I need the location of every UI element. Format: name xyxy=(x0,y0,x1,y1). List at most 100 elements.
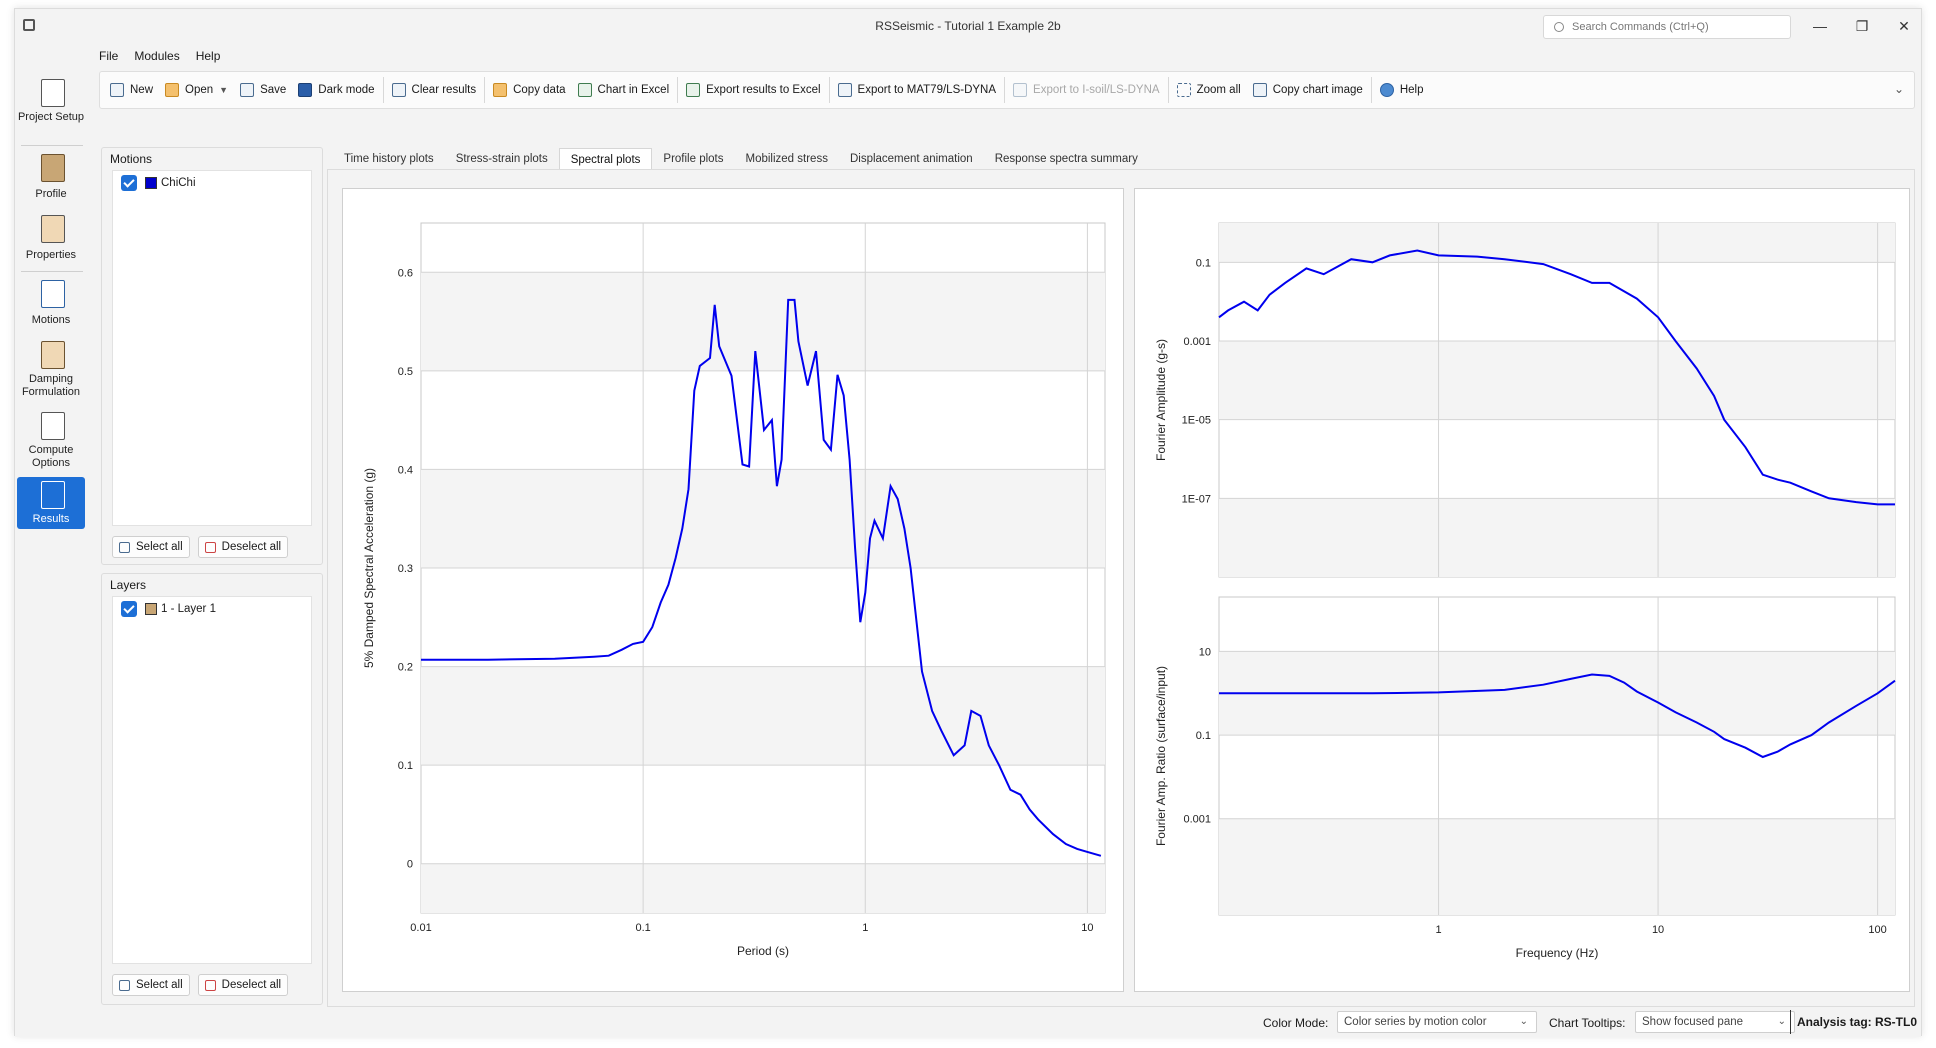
results-icon xyxy=(41,481,65,509)
rail-properties[interactable]: Properties xyxy=(17,209,85,269)
motion-checkbox[interactable] xyxy=(121,175,137,191)
tab-stress-strain[interactable]: Stress-strain plots xyxy=(445,148,559,170)
rail-motions[interactable]: Motions xyxy=(17,274,85,334)
menu-modules[interactable]: Modules xyxy=(134,49,179,69)
x-tick-label: 1 xyxy=(1435,924,1441,936)
motions-deselect-all-button[interactable]: Deselect all xyxy=(197,536,289,558)
plot-band xyxy=(1219,223,1895,263)
x-axis-label: Period (s) xyxy=(737,944,789,958)
copy-data-button[interactable]: Copy data xyxy=(487,75,571,105)
properties-icon xyxy=(41,215,65,243)
plot-band xyxy=(1219,818,1895,915)
rail-profile[interactable]: Profile xyxy=(17,148,85,208)
clear-results-button[interactable]: Clear results xyxy=(386,75,483,105)
layer-item[interactable]: 1 - Layer 1 xyxy=(113,597,311,621)
layers-list: 1 - Layer 1 xyxy=(112,596,312,964)
y-tick-label: 0.4 xyxy=(398,464,413,476)
rail-divider xyxy=(21,145,83,146)
fourier-charts[interactable]: 0.1 0.001 1E-05 1E-07 Fourier Amplitude (g-s… xyxy=(1135,189,1909,991)
rail-results[interactable]: Results xyxy=(17,477,85,529)
deselect-all-icon xyxy=(204,541,216,553)
copy-data-icon xyxy=(493,83,508,97)
open-button[interactable]: Open ▼ xyxy=(159,75,234,105)
y-axis-label: Fourier Amplitude (g-s) xyxy=(1154,339,1168,461)
toolbar-expand-chevron-icon[interactable]: ⌄ xyxy=(1894,82,1904,96)
layers-panel-buttons: Select all Deselect all xyxy=(112,974,289,996)
help-icon xyxy=(1379,83,1394,97)
copy-chart-image-button[interactable]: Copy chart image xyxy=(1247,75,1369,105)
compute-icon xyxy=(41,412,65,440)
export-results-excel-button[interactable]: Export results to Excel xyxy=(680,75,826,105)
motions-icon xyxy=(41,280,65,308)
y-tick-label: 0.001 xyxy=(1183,336,1211,348)
y-tick-label: 1E-07 xyxy=(1182,493,1211,505)
damping-icon xyxy=(41,341,65,369)
menu-file[interactable]: File xyxy=(99,49,118,69)
minimize-button[interactable]: — xyxy=(1805,15,1835,37)
close-button[interactable]: ✕ xyxy=(1889,15,1919,37)
motion-item-chichi[interactable]: ChiChi xyxy=(113,171,311,195)
tab-time-history[interactable]: Time history plots xyxy=(333,148,445,170)
chevron-down-icon: ⌄ xyxy=(1519,1016,1528,1027)
layers-deselect-all-button[interactable]: Deselect all xyxy=(197,974,289,996)
zoom-all-button[interactable]: Zoom all xyxy=(1171,75,1247,105)
menu-bar: File Modules Help xyxy=(99,49,220,69)
rail-damping[interactable]: Damping Formulation xyxy=(17,335,85,405)
open-folder-icon xyxy=(165,83,180,97)
toolbar-divider xyxy=(1167,77,1169,103)
tab-spectral[interactable]: Spectral plots xyxy=(558,148,653,170)
rail-project-setup[interactable]: Project Setup xyxy=(17,73,85,143)
help-button[interactable]: Help xyxy=(1374,75,1430,105)
spectral-acceleration-chart[interactable]: 0 0.1 0.2 0.3 0.4 0.5 0.6 0.01 0.1 1 10 5% Damped S… xyxy=(343,189,1123,991)
export-isoil-icon xyxy=(1013,83,1028,97)
y-tick-label: 1E-05 xyxy=(1182,415,1211,427)
analysis-tag: Analysis tag: RS-TL0 xyxy=(1789,1010,1917,1034)
y-tick-label: 0.3 xyxy=(398,563,413,575)
chevron-down-icon: ⌄ xyxy=(1777,1016,1786,1027)
new-button[interactable]: New xyxy=(104,75,159,105)
tab-mobilized-stress[interactable]: Mobilized stress xyxy=(735,148,839,170)
maximize-button[interactable]: ❐ xyxy=(1847,15,1877,37)
profile-icon xyxy=(41,154,65,182)
tab-displacement-animation[interactable]: Displacement animation xyxy=(839,148,984,170)
toolbar-divider xyxy=(1370,77,1372,103)
x-axis-label: Frequency (Hz) xyxy=(1516,946,1599,960)
rail-compute-options[interactable]: Compute Options xyxy=(17,406,85,476)
chevron-down-icon[interactable]: ▼ xyxy=(219,85,228,95)
motions-panel-title: Motions xyxy=(110,152,153,166)
export-mat79-button[interactable]: Export to MAT79/LS-DYNA xyxy=(832,75,1002,105)
layers-select-all-button[interactable]: Select all xyxy=(112,974,190,996)
dark-mode-button[interactable]: Dark mode xyxy=(292,75,380,105)
clear-results-icon xyxy=(391,83,406,97)
menu-help[interactable]: Help xyxy=(196,49,221,69)
toolbar-divider xyxy=(382,77,384,103)
y-tick-label: 0.1 xyxy=(1196,730,1211,742)
y-axis-label: 5% Damped Spectral Acceleration (g) xyxy=(362,468,376,668)
motions-select-all-button[interactable]: Select all xyxy=(112,536,190,558)
plot-band xyxy=(1219,498,1895,577)
fourier-pane[interactable]: 0.1 0.001 1E-05 1E-07 Fourier Amplitude (g-s… xyxy=(1134,188,1910,992)
chart-in-excel-button[interactable]: Chart in Excel xyxy=(572,75,676,105)
layers-panel-title: Layers xyxy=(110,578,147,592)
x-tick-label: 0.1 xyxy=(635,922,650,934)
y-axis-label: Fourier Amp. Ratio (surface/input) xyxy=(1154,666,1168,846)
y-tick-label: 0.6 xyxy=(398,267,413,279)
tab-response-spectra-summary[interactable]: Response spectra summary xyxy=(984,148,1149,170)
tab-profile[interactable]: Profile plots xyxy=(652,148,734,170)
search-placeholder: Search Commands (Ctrl+Q) xyxy=(1572,21,1709,33)
toolbar-divider xyxy=(677,77,679,103)
layer-checkbox[interactable] xyxy=(121,601,137,617)
new-file-icon xyxy=(110,83,124,97)
save-icon xyxy=(240,83,255,97)
y-tick-label: 0.2 xyxy=(398,662,413,674)
search-commands-input[interactable]: Search Commands (Ctrl+Q) xyxy=(1543,15,1791,39)
color-mode-select[interactable]: Color series by motion color ⌄ xyxy=(1337,1011,1537,1033)
rail-divider xyxy=(21,271,83,272)
save-button[interactable]: Save xyxy=(234,75,292,105)
chart-tooltips-select[interactable]: Show focused pane ⌄ xyxy=(1635,1011,1795,1033)
plot-band xyxy=(421,469,1105,568)
plot-band xyxy=(421,272,1105,371)
chart-tooltips-label: Chart Tooltips: xyxy=(1549,1016,1626,1030)
spectral-acceleration-pane[interactable]: 0 0.1 0.2 0.3 0.4 0.5 0.6 0.01 0.1 1 10 5% Damped S… xyxy=(342,188,1124,992)
motions-panel: Motions ChiChi Select all Deselect all xyxy=(101,147,323,565)
